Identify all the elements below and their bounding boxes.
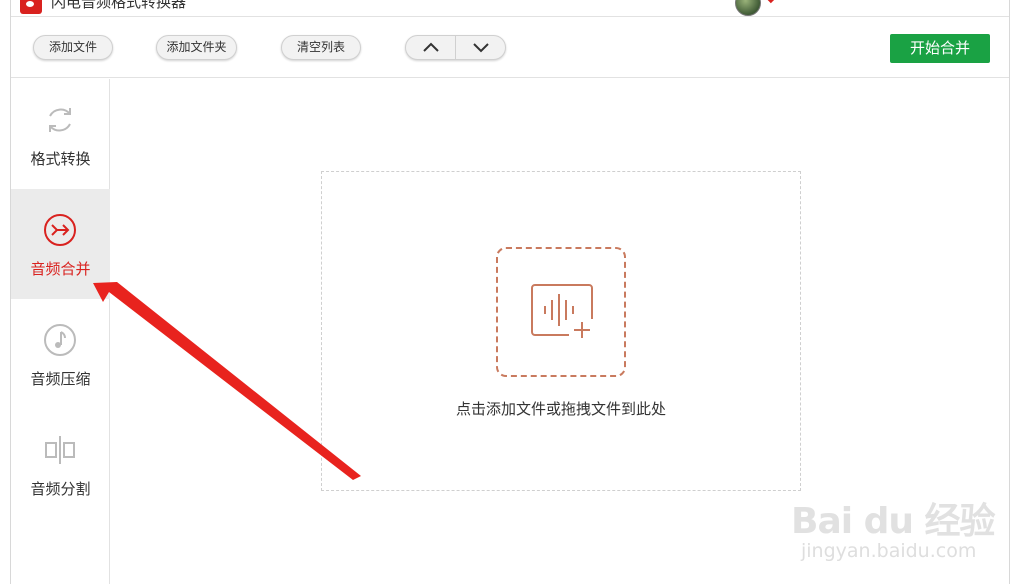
watermark-url: jingyan.baidu.com [801,540,977,562]
app-window: 闪电音频格式转换器 ◆ 添加文件 添加文件夹 清空列表 开始合并 [10,0,1010,584]
watermark-logo: Bai du 经验 [791,501,996,542]
